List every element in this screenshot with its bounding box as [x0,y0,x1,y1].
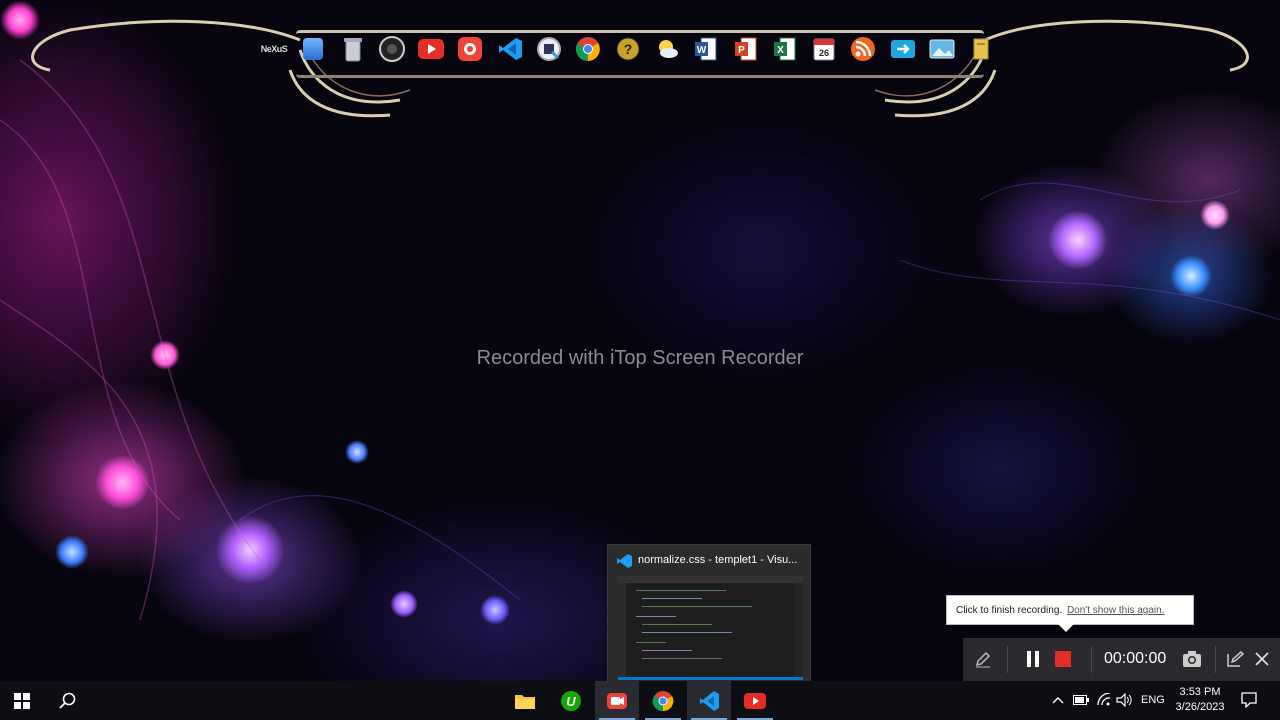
taskbar-vscode[interactable] [687,681,731,720]
preview-title: normalize.css - templet1 - Visu... [638,554,798,566]
svg-text:26: 26 [819,48,829,58]
svg-text:W: W [697,45,707,56]
wifi-tray[interactable] [1095,691,1113,709]
excel-icon[interactable]: X [769,33,801,65]
pen-annotate-button[interactable] [973,649,993,669]
taskbar-file-explorer[interactable] [503,681,547,720]
tooltip-text: Click to finish recording. [956,605,1063,616]
screenshot-button[interactable] [1181,649,1203,669]
chrome-icon [652,690,674,711]
taskbar-youtube[interactable] [733,681,777,720]
vscode-icon [700,690,719,711]
start-button[interactable] [0,681,44,720]
search-icon [59,692,76,709]
recycle-bin-icon[interactable] [337,33,369,65]
help-icon[interactable]: ? [612,33,644,65]
taskbar-upwork[interactable]: U [549,681,593,720]
screen-recorder-icon [607,692,627,709]
youtube-icon[interactable] [415,33,447,65]
weather-icon[interactable] [651,33,683,65]
tooltip-tail [1058,624,1074,632]
notification-icon [1241,692,1257,708]
recorder-toolbar: 00:00:00 [963,638,1280,681]
photos-icon[interactable] [926,33,958,65]
chevron-up-icon [1052,697,1064,704]
svg-text:X: X [777,45,784,56]
finder-icon[interactable] [303,38,324,60]
finish-recording-tooltip: Click to finish recording. Don't show th… [946,595,1194,625]
svg-text:?: ? [623,41,632,57]
search-button[interactable] [46,681,90,720]
stop-button[interactable] [1053,649,1073,669]
dont-show-again-link[interactable]: Don't show this again. [1067,605,1165,616]
taskbar-itop-recorder[interactable] [595,681,639,720]
battery-icon [1073,695,1089,705]
edit-icon [1227,650,1244,667]
volume-tray[interactable] [1116,691,1134,709]
clock-time: 3:53 PM [1179,686,1221,698]
chrome-icon[interactable] [572,33,604,65]
preview-thumbnail[interactable] [618,576,803,680]
edit-recording-button[interactable] [1225,649,1245,669]
vscode-icon[interactable] [494,33,526,65]
show-hidden-icons-button[interactable] [1049,691,1067,709]
svg-text:P: P [738,45,745,56]
folder-icon[interactable] [965,33,997,65]
upwork-icon: U [561,690,581,711]
powerpoint-icon[interactable]: P [730,33,762,65]
stop-icon [1055,651,1071,667]
wifi-icon [1097,693,1111,706]
dock-icons: NeXuS ? W P X 26 [258,33,997,65]
calendar-icon[interactable]: 26 [808,33,840,65]
taskbar: U ENG 3:53 PM 3/26/2023 [0,681,1280,720]
pen-icon [975,651,991,668]
folder-icon [515,694,535,709]
action-center-button[interactable] [1240,691,1258,709]
clock-date: 3/26/2023 [1175,701,1225,713]
recording-watermark: Recorded with iTop Screen Recorder [476,347,804,369]
toolbar-separator [1215,646,1216,673]
battery-tray[interactable] [1072,691,1090,709]
speaker-icon [1116,693,1132,707]
vscode-icon [617,554,632,568]
svg-text:U: U [566,694,576,709]
taskbar-chrome[interactable] [641,681,685,720]
transfer-icon[interactable] [887,33,919,65]
camera-icon [1183,651,1201,667]
recording-timer: 00:00:00 [1104,650,1167,667]
close-recorder-button[interactable] [1252,649,1272,669]
rss-icon[interactable] [847,33,879,65]
youtube-icon [744,692,766,709]
camera-icon[interactable] [376,33,408,65]
windows-logo-icon [14,692,30,709]
browser-icon[interactable] [533,33,565,65]
system-clock[interactable]: 3:53 PM 3/26/2023 [1170,685,1230,715]
nexus-logo: NeXuS [260,44,288,54]
input-language-indicator[interactable]: ENG [1141,694,1165,706]
pause-button[interactable] [1023,649,1043,669]
pause-icon [1027,651,1039,667]
toolbar-separator [1091,646,1092,673]
taskbar-window-preview[interactable]: normalize.css - templet1 - Visu... [607,544,811,682]
close-icon [1255,652,1269,666]
word-icon[interactable]: W [690,33,722,65]
itop-recorder-icon[interactable] [454,33,486,65]
toolbar-separator [1007,646,1008,673]
